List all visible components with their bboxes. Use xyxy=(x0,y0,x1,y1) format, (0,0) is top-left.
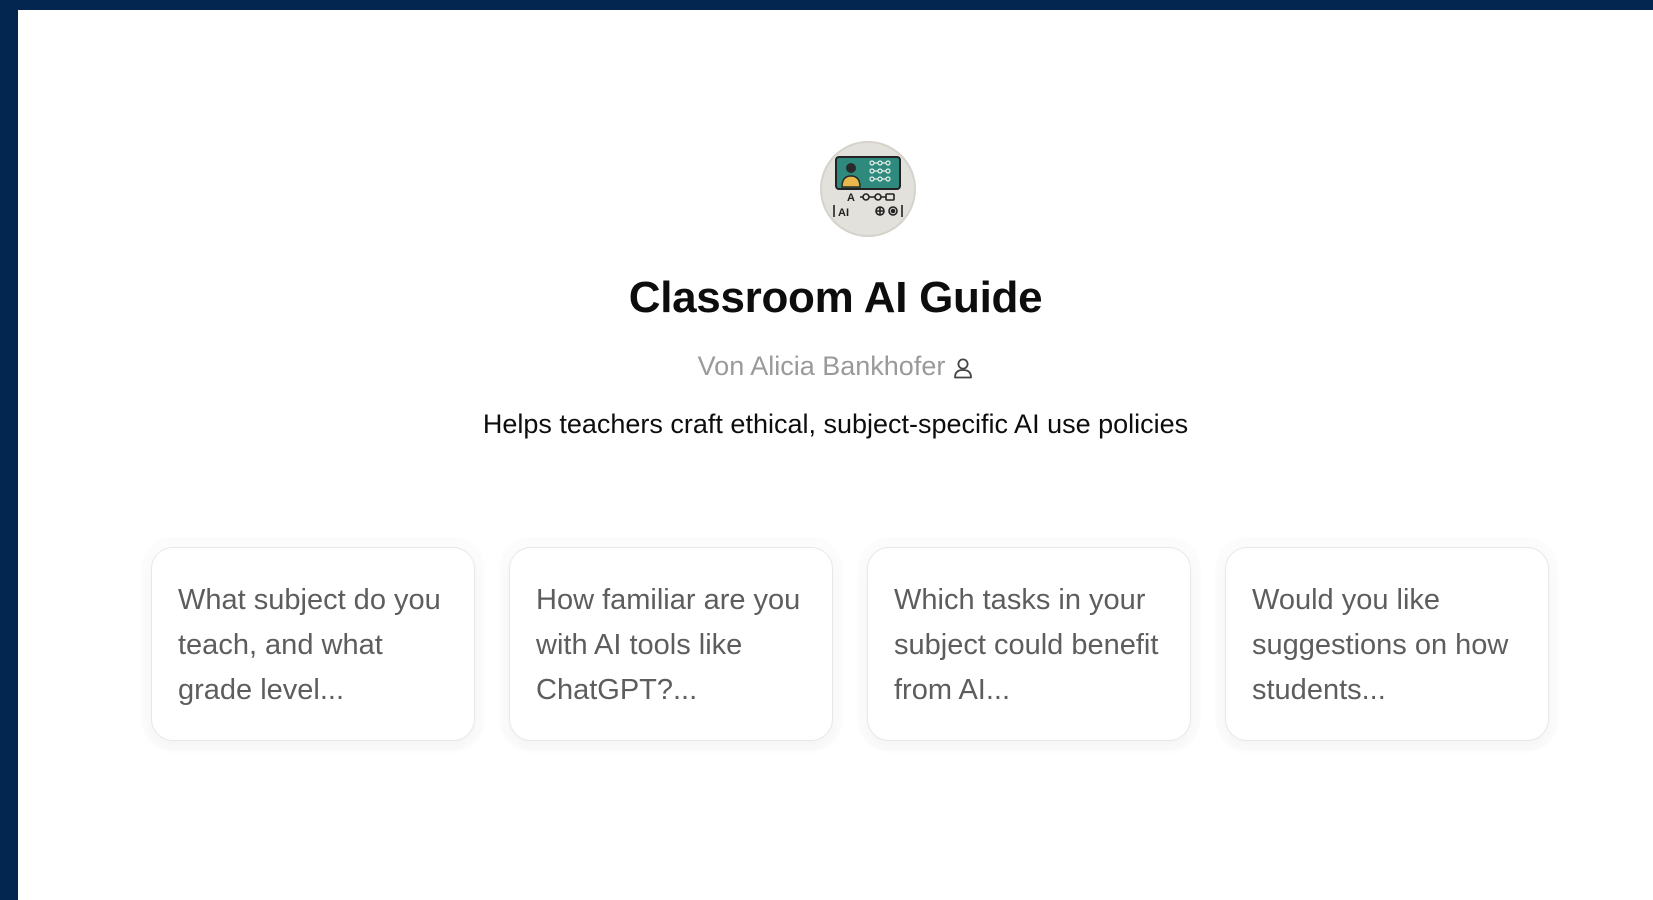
starter-text: Which tasks in your subject could benefi… xyxy=(894,584,1159,706)
person-icon xyxy=(953,352,973,388)
conversation-starters: What subject do you teach, and what grad… xyxy=(151,547,1561,755)
gpt-title: Classroom AI Guide xyxy=(628,273,1043,322)
starter-text: How familiar are you with AI tools like … xyxy=(536,584,801,706)
starter-card[interactable]: Would you like suggestions on how studen… xyxy=(1225,547,1549,741)
gpt-intro-panel: A AI Classroom AI Guide Von Alicia Bankh… xyxy=(18,10,1653,900)
starter-card[interactable]: Which tasks in your subject could benefi… xyxy=(867,547,1191,741)
starter-card[interactable]: What subject do you teach, and what grad… xyxy=(151,547,475,741)
logo-glyph-ai: AI xyxy=(838,207,849,219)
classroom-ai-logo-icon: A AI xyxy=(833,156,903,219)
gpt-author[interactable]: Von Alicia Bankhofer xyxy=(18,348,1653,388)
starter-text: What subject do you teach, and what grad… xyxy=(178,584,441,706)
starter-text: Would you like suggestions on how studen… xyxy=(1252,584,1509,706)
gpt-avatar: A AI xyxy=(820,141,916,237)
logo-glyph-a: A xyxy=(847,192,855,204)
starter-card[interactable]: How familiar are you with AI tools like … xyxy=(509,547,833,741)
gpt-author-label: Von Alicia Bankhofer xyxy=(697,351,946,381)
gpt-description: Helps teachers craft ethical, subject-sp… xyxy=(482,409,1189,439)
